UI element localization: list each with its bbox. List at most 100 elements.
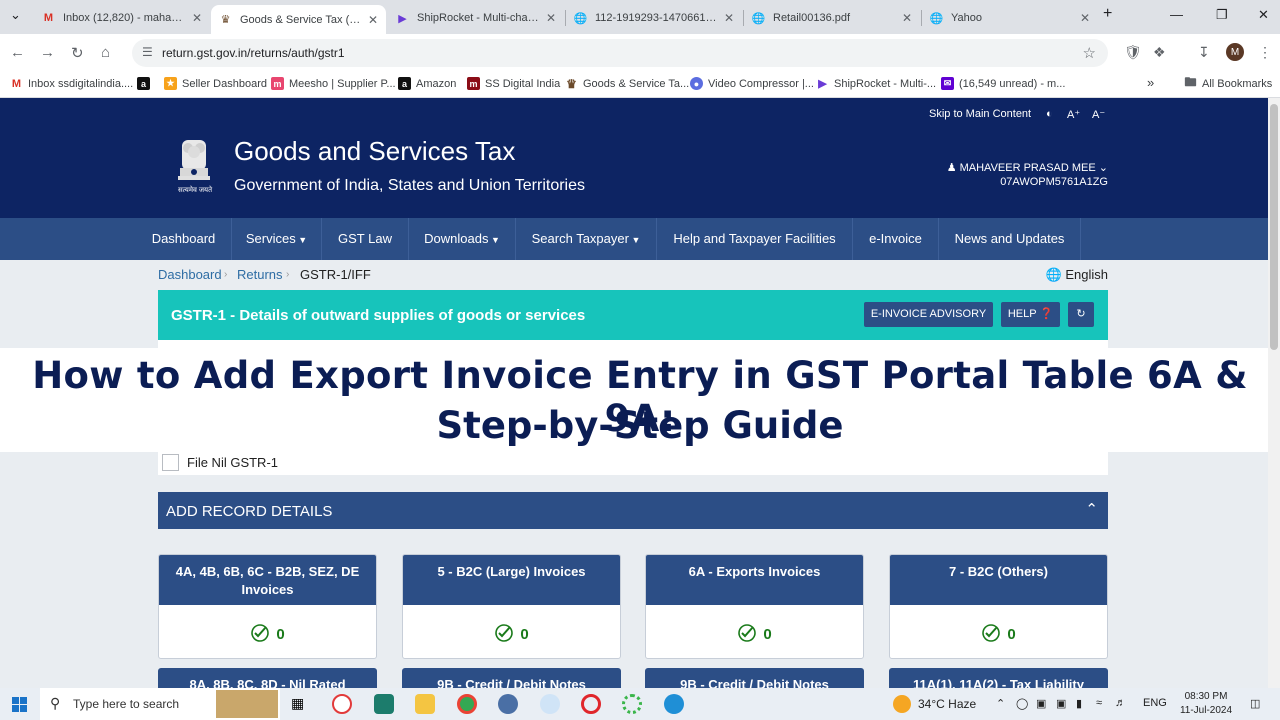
nav-search-taxpayer[interactable]: Search Taxpayer ▼ <box>516 218 657 260</box>
tab-search-icon[interactable]: ⌄ <box>10 7 21 23</box>
windows-start-icon[interactable] <box>12 697 27 712</box>
profile-avatar[interactable]: M <box>1226 43 1244 61</box>
extensions-icon[interactable]: ❖ <box>1153 44 1166 61</box>
font-increase-button[interactable]: A⁺ <box>1067 108 1080 121</box>
breadcrumb-dashboard[interactable]: Dashboard <box>158 267 222 282</box>
tab-pdf-order[interactable]: 🌐 112-1919293-1470661 (1).p ✕ <box>566 5 742 31</box>
tab-gst[interactable]: ♛ Goods & Service Tax (GST) ✕ <box>211 5 386 34</box>
contrast-icon[interactable]: ◐ <box>1046 108 1053 120</box>
nav-downloads[interactable]: Downloads ▼ <box>409 218 516 260</box>
gmail-icon: M <box>43 12 54 24</box>
tile-nil-rated[interactable]: 8A, 8B, 8C, 8D - Nil Rated <box>158 668 377 688</box>
address-bar[interactable]: ☰ return.gst.gov.in/returns/auth/gstr1 ☆ <box>132 39 1108 67</box>
e-invoice-advisory-button[interactable]: E-INVOICE ADVISORY <box>864 302 993 327</box>
nav-gst-law[interactable]: GST Law <box>322 218 409 260</box>
more-bookmarks-icon[interactable]: » <box>1147 75 1154 90</box>
bookmark-star-icon[interactable]: ☆ <box>1083 44 1096 62</box>
battery-icon[interactable]: ▮ <box>1076 697 1082 710</box>
app-tray-icon[interactable]: ▣ <box>1036 697 1046 710</box>
back-icon[interactable]: ← <box>10 44 25 61</box>
nav-services[interactable]: Services ▼ <box>232 218 322 260</box>
restore-icon[interactable]: ❐ <box>1216 7 1228 23</box>
bookmark-item[interactable]: ✉ (16,549 unread) - m... <box>941 77 1065 90</box>
tile-credit-debit-notes[interactable]: 9B - Credit / Debit Notes <box>402 668 621 688</box>
language-selector[interactable]: 🌐 English <box>1046 267 1108 283</box>
taskbar-search[interactable]: ⚲ Type here to search <box>40 688 280 720</box>
app-tray-icon[interactable]: ▣ <box>1056 697 1066 710</box>
app-icon[interactable] <box>374 694 394 714</box>
close-icon[interactable]: ✕ <box>902 11 912 25</box>
wifi-icon[interactable]: ≈ <box>1096 697 1102 709</box>
weather-text[interactable]: 34°C Haze <box>918 697 976 711</box>
file-explorer-icon[interactable] <box>415 694 435 714</box>
close-icon[interactable]: ✕ <box>546 11 556 25</box>
bookmark-item[interactable]: M Inbox ssdigitalindia.... <box>10 77 133 90</box>
tile-credit-debit-notes-unregistered[interactable]: 9B - Credit / Debit Notes <box>645 668 864 688</box>
nav-e-invoice[interactable]: e-Invoice <box>853 218 939 260</box>
tile-exports-invoices[interactable]: 6A - Exports Invoices 0 <box>645 554 864 659</box>
bookmark-item[interactable]: ★ Seller Dashboard <box>164 77 267 90</box>
bookmark-item[interactable]: m SS Digital India <box>467 77 560 90</box>
app-icon[interactable] <box>622 694 642 714</box>
tab-gmail[interactable]: M Inbox (12,820) - mahaveer ✕ <box>34 5 210 31</box>
menu-icon[interactable]: ⋮ <box>1258 44 1272 61</box>
page-scrollbar[interactable] <box>1268 98 1280 688</box>
shield-extension-icon[interactable]: 🛡 <box>1124 44 1142 61</box>
close-icon[interactable]: ✕ <box>1080 11 1090 25</box>
refresh-button[interactable]: ↻ <box>1068 302 1094 327</box>
reload-icon[interactable]: ↻ <box>71 44 84 62</box>
volume-icon[interactable]: ♬ <box>1115 697 1126 709</box>
tile-b2c-others[interactable]: 7 - B2C (Others) 0 <box>889 554 1108 659</box>
chevron-up-icon[interactable]: ⌃ <box>1085 500 1098 518</box>
bookmark-label: Inbox ssdigitalindia.... <box>28 77 134 90</box>
window-close-icon[interactable]: ✕ <box>1258 7 1269 23</box>
amazon-icon: a <box>398 77 411 90</box>
tile-tax-liability[interactable]: 11A(1), 11A(2) - Tax Liability <box>889 668 1108 688</box>
bookmark-item[interactable]: a <box>137 77 155 90</box>
add-record-details-header[interactable]: ADD RECORD DETAILS ⌃ <box>158 492 1108 529</box>
breadcrumb-returns[interactable]: Returns <box>237 267 283 282</box>
tab-yahoo[interactable]: 🌐 Yahoo ✕ <box>922 5 1098 31</box>
close-icon[interactable]: ✕ <box>192 11 202 25</box>
nav-news[interactable]: News and Updates <box>939 218 1081 260</box>
app-icon[interactable] <box>540 694 560 714</box>
tile-title: 8A, 8B, 8C, 8D - Nil Rated <box>189 677 346 688</box>
font-decrease-button[interactable]: A⁻ <box>1092 108 1105 121</box>
notification-icon[interactable]: ◫ <box>1250 697 1260 710</box>
user-menu[interactable]: ♟ MAHAVEER PRASAD MEE ⌄ 07AWOPM5761A1ZG <box>947 161 1108 189</box>
app-icon[interactable] <box>498 694 518 714</box>
home-icon[interactable]: ⌂ <box>101 44 110 61</box>
chrome-icon[interactable] <box>457 694 477 714</box>
app-icon[interactable] <box>332 694 352 714</box>
bookmark-item[interactable]: ♛ Goods & Service Ta... <box>565 77 689 91</box>
forward-icon[interactable]: → <box>40 44 55 61</box>
scrollbar-thumb[interactable] <box>1270 104 1278 350</box>
new-tab-icon[interactable]: + <box>1103 5 1112 23</box>
bookmark-item[interactable]: ▶ ShipRocket - Multi-... <box>816 77 936 91</box>
opera-icon[interactable] <box>581 694 601 714</box>
bookmark-item[interactable]: m Meesho | Supplier P... <box>271 77 396 90</box>
language-indicator[interactable]: ENG <box>1143 697 1167 709</box>
nav-dashboard[interactable]: Dashboard <box>136 218 232 260</box>
minimize-icon[interactable]: — <box>1170 7 1183 22</box>
skip-to-main-link[interactable]: Skip to Main Content <box>929 108 1031 120</box>
bookmark-item[interactable]: a Amazon <box>398 77 456 90</box>
tab-shiprocket[interactable]: ▶ ShipRocket - Multi-channe ✕ <box>388 5 564 31</box>
tile-b2c-large[interactable]: 5 - B2C (Large) Invoices 0 <box>402 554 621 659</box>
site-info-icon[interactable]: ☰ <box>142 45 153 59</box>
clock[interactable]: 08:30 PM 11-Jul-2024 <box>1176 690 1236 718</box>
all-bookmarks[interactable]: 🖿 All Bookmarks <box>1184 75 1272 90</box>
task-view-icon[interactable]: ▦ <box>291 695 311 715</box>
edge-icon[interactable] <box>664 694 684 714</box>
file-nil-checkbox[interactable] <box>162 454 179 471</box>
close-icon[interactable]: ✕ <box>368 13 378 27</box>
download-icon[interactable]: ↧ <box>1198 44 1210 61</box>
nav-help[interactable]: Help and Taxpayer Facilities <box>657 218 853 260</box>
tile-b2b-invoices[interactable]: 4A, 4B, 6B, 6C - B2B, SEZ, DE Invoices 0 <box>158 554 377 659</box>
bookmark-item[interactable]: ● Video Compressor |... <box>690 77 814 90</box>
help-button[interactable]: HELP ❓ <box>1001 302 1060 327</box>
close-icon[interactable]: ✕ <box>724 11 734 25</box>
tab-retail-pdf[interactable]: 🌐 Retail00136.pdf ✕ <box>744 5 920 31</box>
network-icon[interactable]: ◯ <box>1016 697 1028 710</box>
chevron-up-icon[interactable]: ⌃ <box>996 697 1005 710</box>
